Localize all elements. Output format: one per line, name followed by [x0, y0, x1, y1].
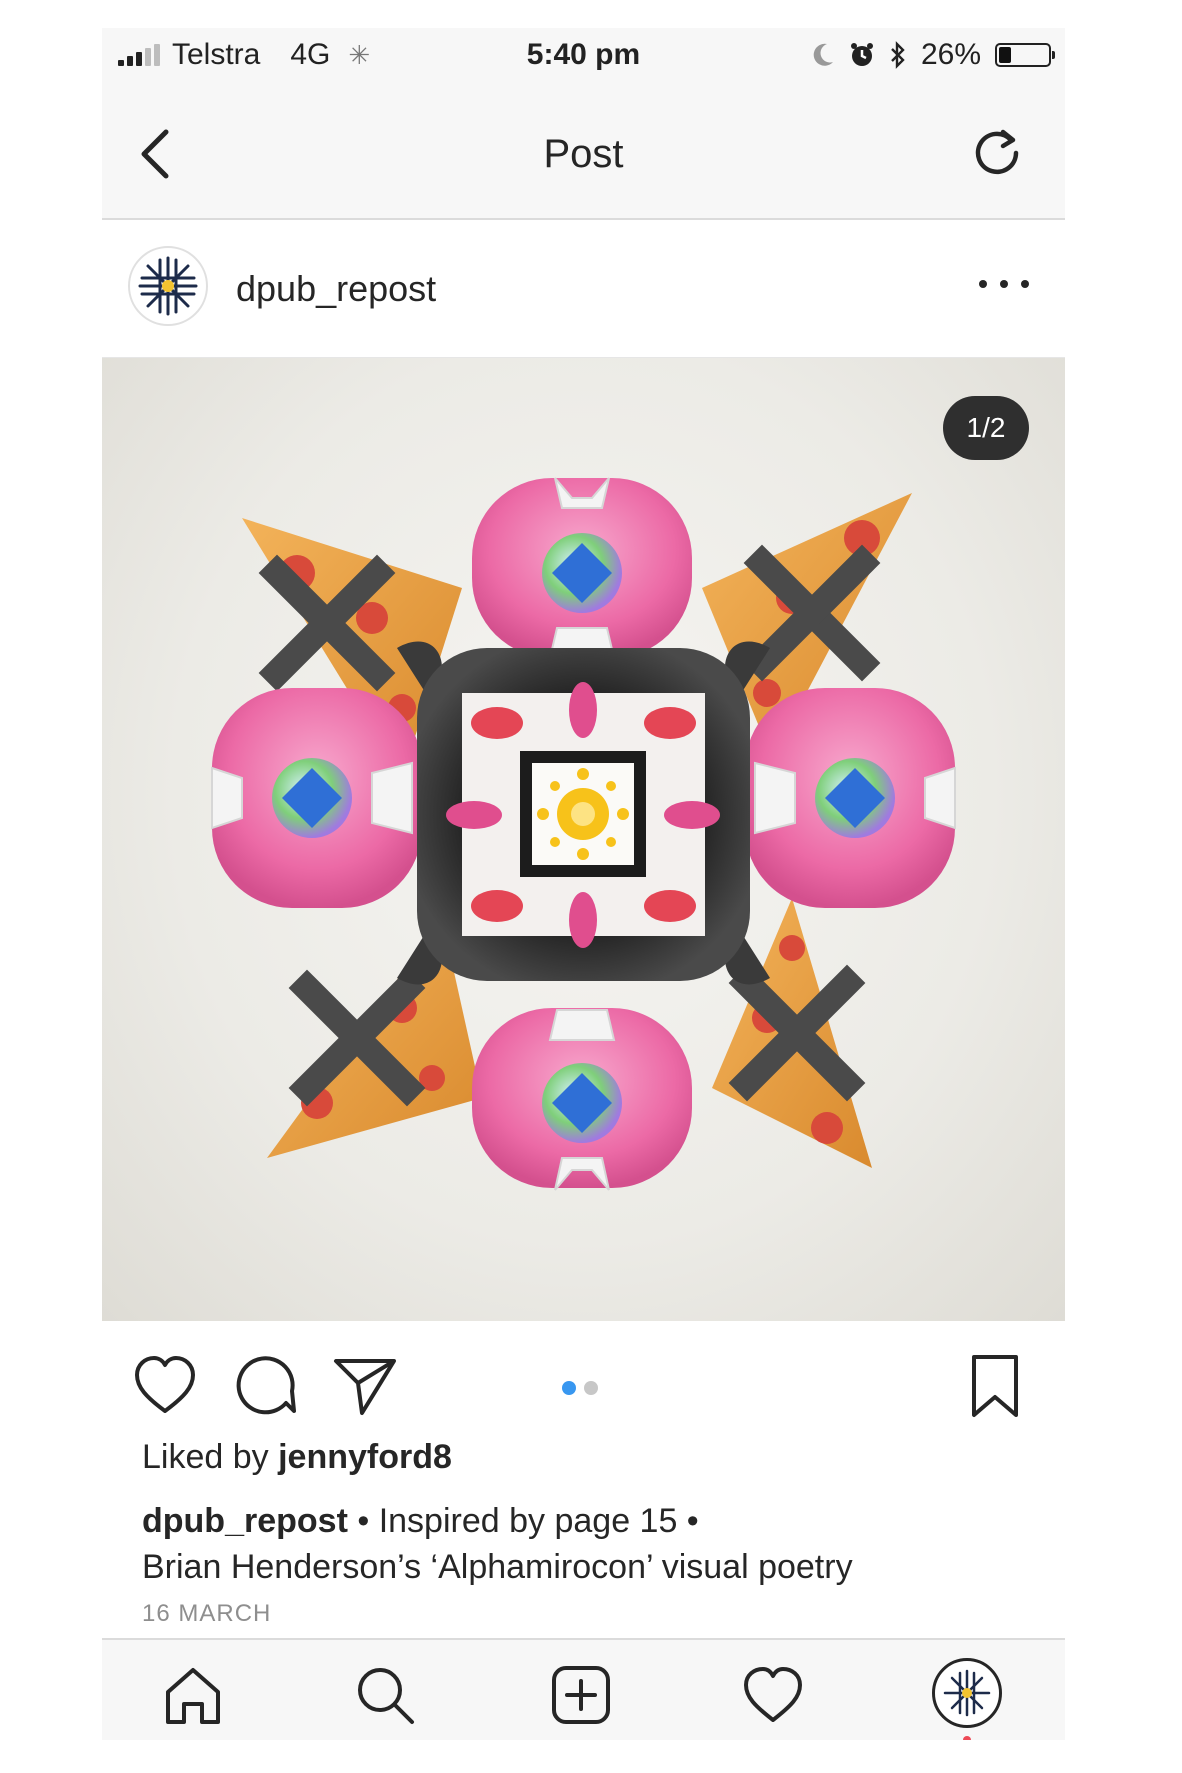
- post-actions: [102, 1321, 1065, 1441]
- profile-avatar[interactable]: [932, 1658, 1002, 1728]
- avatar-logo-icon: [138, 256, 198, 316]
- post-username[interactable]: dpub_repost: [236, 268, 436, 310]
- alarm-icon: [850, 43, 873, 66]
- carousel-dots: [562, 1381, 598, 1395]
- more-options-icon[interactable]: [979, 264, 1029, 304]
- activity-heart-icon[interactable]: [742, 1664, 804, 1726]
- avatar[interactable]: [128, 246, 208, 326]
- add-post-icon[interactable]: [550, 1664, 612, 1726]
- navigation-bar: Post: [102, 82, 1065, 220]
- carousel-dot: [584, 1381, 598, 1395]
- carousel-dot: [562, 1381, 576, 1395]
- caption-text-line2: Brian Henderson’s ‘Alphamirocon’ visual …: [142, 1548, 853, 1586]
- post-date: 16 MARCH: [142, 1600, 272, 1627]
- notification-dot: [963, 1736, 971, 1740]
- post-caption: dpub_repost • Inspired by page 15 • Bria…: [142, 1498, 1022, 1590]
- caption-username[interactable]: dpub_repost: [142, 1502, 348, 1540]
- profile-logo-icon: [943, 1669, 991, 1717]
- caption-text-line1: • Inspired by page 15 •: [347, 1502, 699, 1540]
- image-counter-badge: 1/2: [943, 396, 1029, 460]
- send-icon[interactable]: [332, 1353, 398, 1419]
- bookmark-icon[interactable]: [962, 1353, 1028, 1419]
- emoji-mandala-artwork: [211, 477, 956, 1191]
- tab-bar: [102, 1638, 1065, 1740]
- refresh-icon[interactable]: [971, 126, 1025, 180]
- search-icon[interactable]: [354, 1664, 416, 1726]
- home-icon[interactable]: [162, 1664, 224, 1726]
- liked-by-prefix: Liked by: [142, 1438, 279, 1476]
- status-bar: Telstra 4G ✳ 5:40 pm 26%: [102, 28, 1065, 82]
- post-header: dpub_repost: [102, 220, 1065, 358]
- page-title: Post: [543, 132, 624, 176]
- battery-percent: 26%: [920, 38, 981, 71]
- heart-icon[interactable]: [132, 1353, 198, 1419]
- liked-by-user[interactable]: jennyford8: [278, 1438, 452, 1476]
- post-image[interactable]: 1/2: [102, 358, 1065, 1321]
- bluetooth-icon: [891, 41, 905, 69]
- comment-icon[interactable]: [232, 1353, 298, 1419]
- phone-screen: Telstra 4G ✳ 5:40 pm 26% Post dpub_repos…: [102, 28, 1065, 1740]
- likes-line: Liked by jennyford8: [142, 1438, 452, 1477]
- moon-icon: [813, 43, 833, 66]
- battery-icon: [995, 43, 1055, 67]
- status-right: 26%: [811, 38, 1055, 72]
